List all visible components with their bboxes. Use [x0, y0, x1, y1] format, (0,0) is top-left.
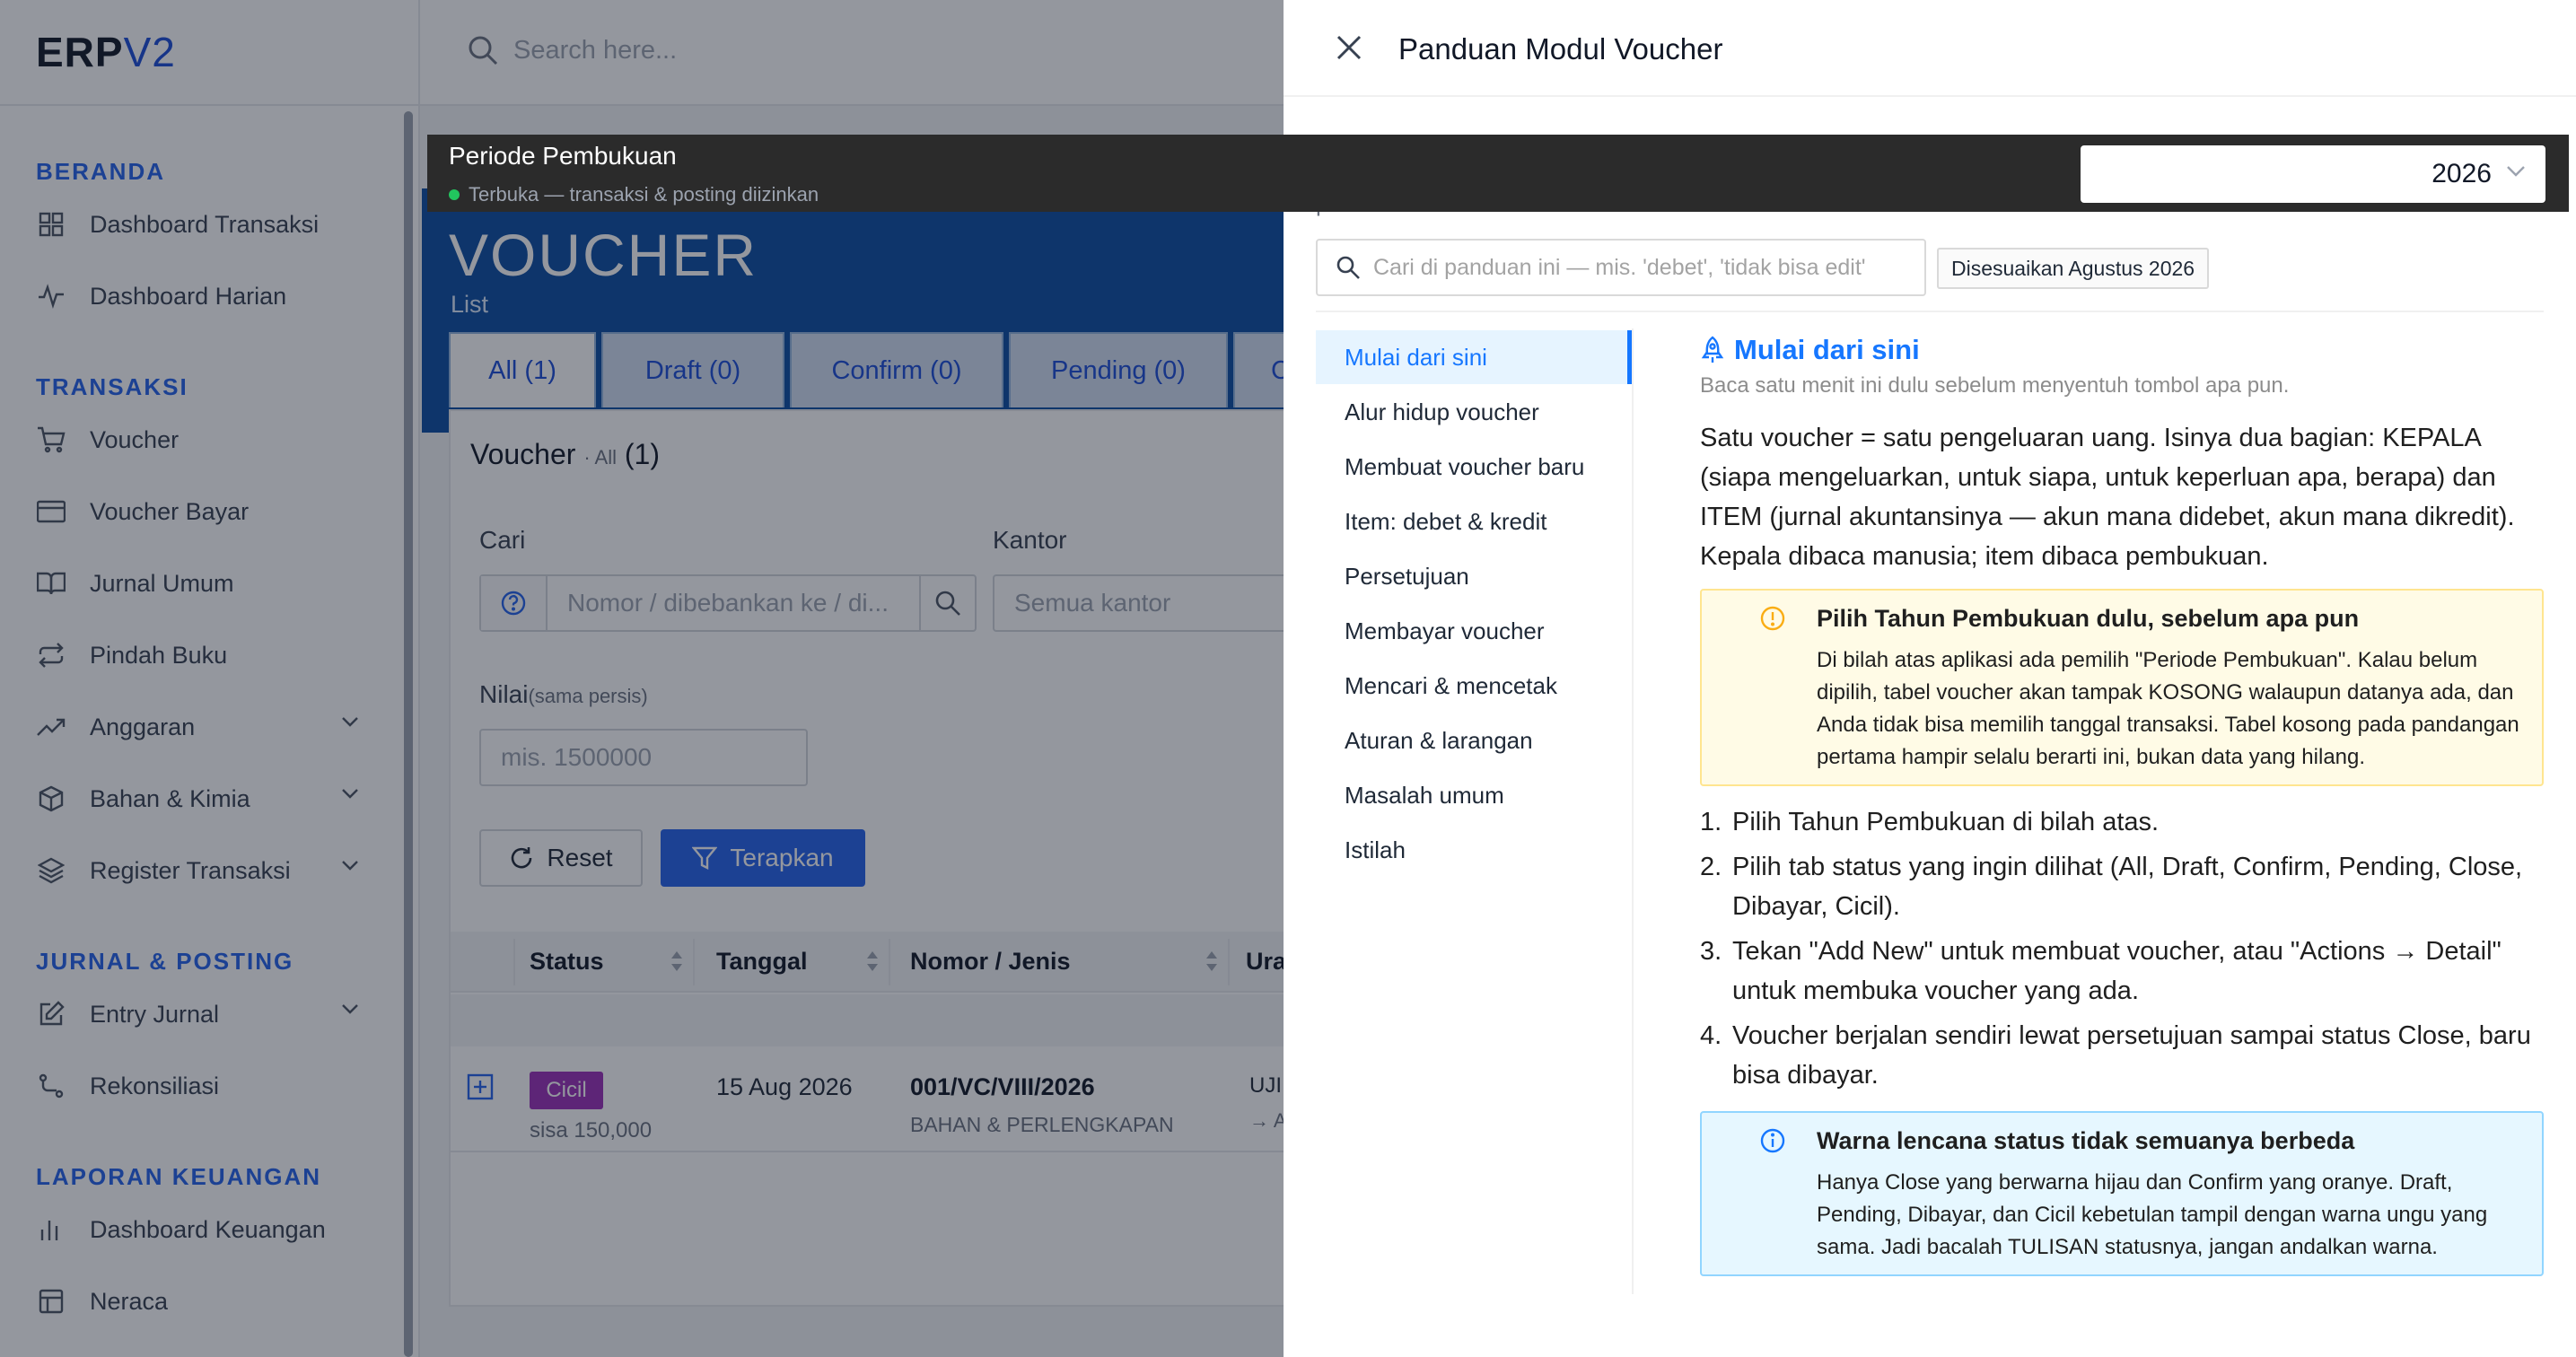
guide-menu-item-masalah[interactable]: Masalah umum: [1316, 768, 1632, 822]
chevron-down-icon: [2506, 165, 2526, 178]
guide-menu-item-membayar[interactable]: Membayar voucher: [1316, 604, 1632, 658]
period-title: Periode Pembukuan: [449, 142, 677, 170]
guide-menu-item-membuat[interactable]: Membuat voucher baru: [1316, 440, 1632, 494]
guide-menu-item-istilah[interactable]: Istilah: [1316, 823, 1632, 877]
section-subtitle: Baca satu menit ini dulu sebelum menyent…: [1700, 373, 2290, 398]
period-bar: Periode Pembukuan Terbuka — transaksi & …: [427, 135, 2569, 212]
info-text: Hanya Close yang berwarna hijau dan Conf…: [1817, 1170, 2488, 1259]
guide-menu-item-mencari[interactable]: Mencari & mencetak: [1316, 659, 1632, 713]
list-item: 3. Tekan "Add New" untuk membuat voucher,…: [1700, 937, 2502, 1005]
section-body: Satu voucher = satu pengeluaran uang. Is…: [1700, 424, 2515, 571]
info-title: Warna lencana status tidak semuanya berb…: [1817, 1127, 2355, 1154]
search-icon: [1336, 255, 1361, 280]
section-title: Mulai dari sini: [1700, 334, 1920, 366]
guide-menu: Mulai dari sini Alur hidup voucher Membu…: [1316, 328, 1634, 1294]
guide-search-input[interactable]: Cari di panduan ini — mis. 'debet', 'tid…: [1316, 239, 1926, 296]
close-icon[interactable]: [1334, 32, 1364, 63]
status-dot-icon: [449, 189, 460, 200]
rocket-icon: [1700, 336, 1725, 364]
version-tag: Disesuaikan Agustus 2026: [1937, 248, 2210, 289]
steps-list: 1. Pilih Tahun Pembukuan di bilah atas. 2…: [1700, 802, 2544, 1100]
list-item: 1. Pilih Tahun Pembukuan di bilah atas.: [1700, 808, 2160, 836]
drawer-title: Panduan Modul Voucher: [1398, 32, 1723, 66]
warning-title: Pilih Tahun Pembukuan dulu, sebelum apa …: [1817, 605, 2360, 632]
warning-icon: [1759, 605, 1786, 632]
modal-backdrop[interactable]: [0, 106, 420, 1357]
list-item: 2. Pilih tab status yang ingin dilihat (A…: [1700, 853, 2523, 921]
guide-menu-item-persetujuan[interactable]: Persetujuan: [1316, 549, 1632, 603]
warning-text: Di bilah atas aplikasi ada pemilih "Peri…: [1817, 648, 2519, 769]
guide-menu-item-mulai[interactable]: Mulai dari sini: [1316, 330, 1632, 384]
period-status: Terbuka — transaksi & posting diizinkan: [449, 183, 819, 206]
guide-menu-item-item[interactable]: Item: debet & kredit: [1316, 495, 1632, 548]
list-item: 4. Voucher berjalan sendiri lewat persetu…: [1700, 1021, 2531, 1090]
info-icon: [1759, 1127, 1786, 1154]
modal-backdrop[interactable]: [420, 106, 1330, 1357]
modal-backdrop[interactable]: [0, 0, 420, 106]
guide-menu-item-aturan[interactable]: Aturan & larangan: [1316, 714, 1632, 767]
year-select[interactable]: 2026: [2081, 145, 2545, 203]
info-alert: Warna lencana status tidak semuanya berb…: [1700, 1111, 2544, 1276]
guide-menu-item-alur[interactable]: Alur hidup voucher: [1316, 385, 1632, 439]
guide-search-placeholder: Cari di panduan ini — mis. 'debet', 'tid…: [1373, 254, 1866, 280]
divider: [1316, 311, 2544, 312]
modal-backdrop[interactable]: [420, 0, 1330, 106]
drawer-header: Panduan Modul Voucher: [1284, 0, 2576, 97]
warning-alert: Pilih Tahun Pembukuan dulu, sebelum apa …: [1700, 589, 2544, 786]
